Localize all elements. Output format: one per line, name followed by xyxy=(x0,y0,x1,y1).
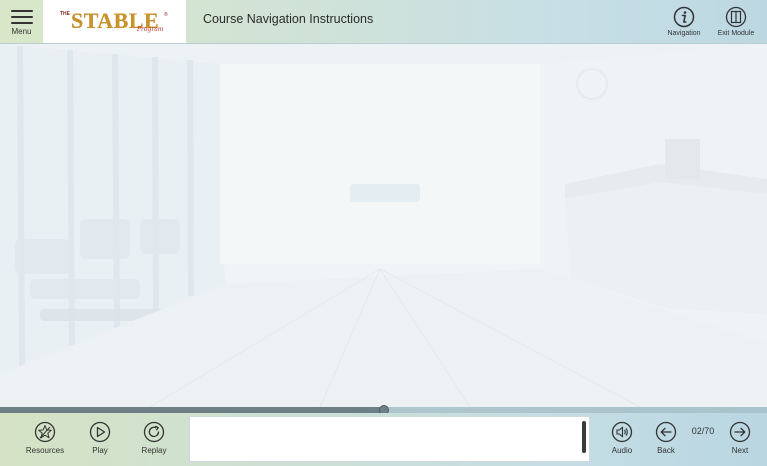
logo-prefix: THE xyxy=(60,11,70,17)
exit-module-button[interactable]: Exit Module xyxy=(713,6,759,42)
back-button[interactable]: Back xyxy=(639,421,693,455)
play-icon xyxy=(89,421,111,443)
replay-icon xyxy=(143,421,165,443)
replay-label: Replay xyxy=(141,446,167,455)
info-icon xyxy=(673,6,695,28)
play-label: Play xyxy=(92,446,108,455)
replay-button[interactable]: Replay xyxy=(127,421,181,455)
resources-icon xyxy=(34,421,56,443)
back-arrow-icon xyxy=(655,421,677,443)
back-label: Back xyxy=(657,446,675,455)
resources-button[interactable]: Resources xyxy=(18,421,72,455)
top-bar: Menu THE STABLE ® Program Course Navigat… xyxy=(0,0,767,44)
next-label: Next xyxy=(731,446,749,455)
hamburger-icon xyxy=(11,10,33,24)
slide-stage xyxy=(0,44,767,407)
exit-icon xyxy=(725,6,747,28)
exit-module-label: Exit Module xyxy=(717,30,755,37)
background-scene-image xyxy=(0,44,767,407)
menu-label: Menu xyxy=(11,27,32,36)
navigation-label: Navigation xyxy=(667,30,701,37)
play-button[interactable]: Play xyxy=(73,421,127,455)
caption-text-area[interactable] xyxy=(189,416,590,462)
logo-suffix: Program xyxy=(137,26,164,33)
logo-registered-mark: ® xyxy=(164,12,168,18)
menu-button[interactable]: Menu xyxy=(0,0,43,43)
bottom-bar: Resources Play Replay Audio Back 02/70 N… xyxy=(0,413,767,466)
next-arrow-icon xyxy=(729,421,751,443)
caption-scrollbar[interactable] xyxy=(582,421,586,453)
audio-icon xyxy=(611,421,633,443)
resources-label: Resources xyxy=(25,446,65,455)
next-button[interactable]: Next xyxy=(713,421,767,455)
course-logo: THE STABLE ® Program xyxy=(43,0,186,43)
page-title: Course Navigation Instructions xyxy=(203,12,374,26)
navigation-button[interactable]: Navigation xyxy=(662,6,706,42)
